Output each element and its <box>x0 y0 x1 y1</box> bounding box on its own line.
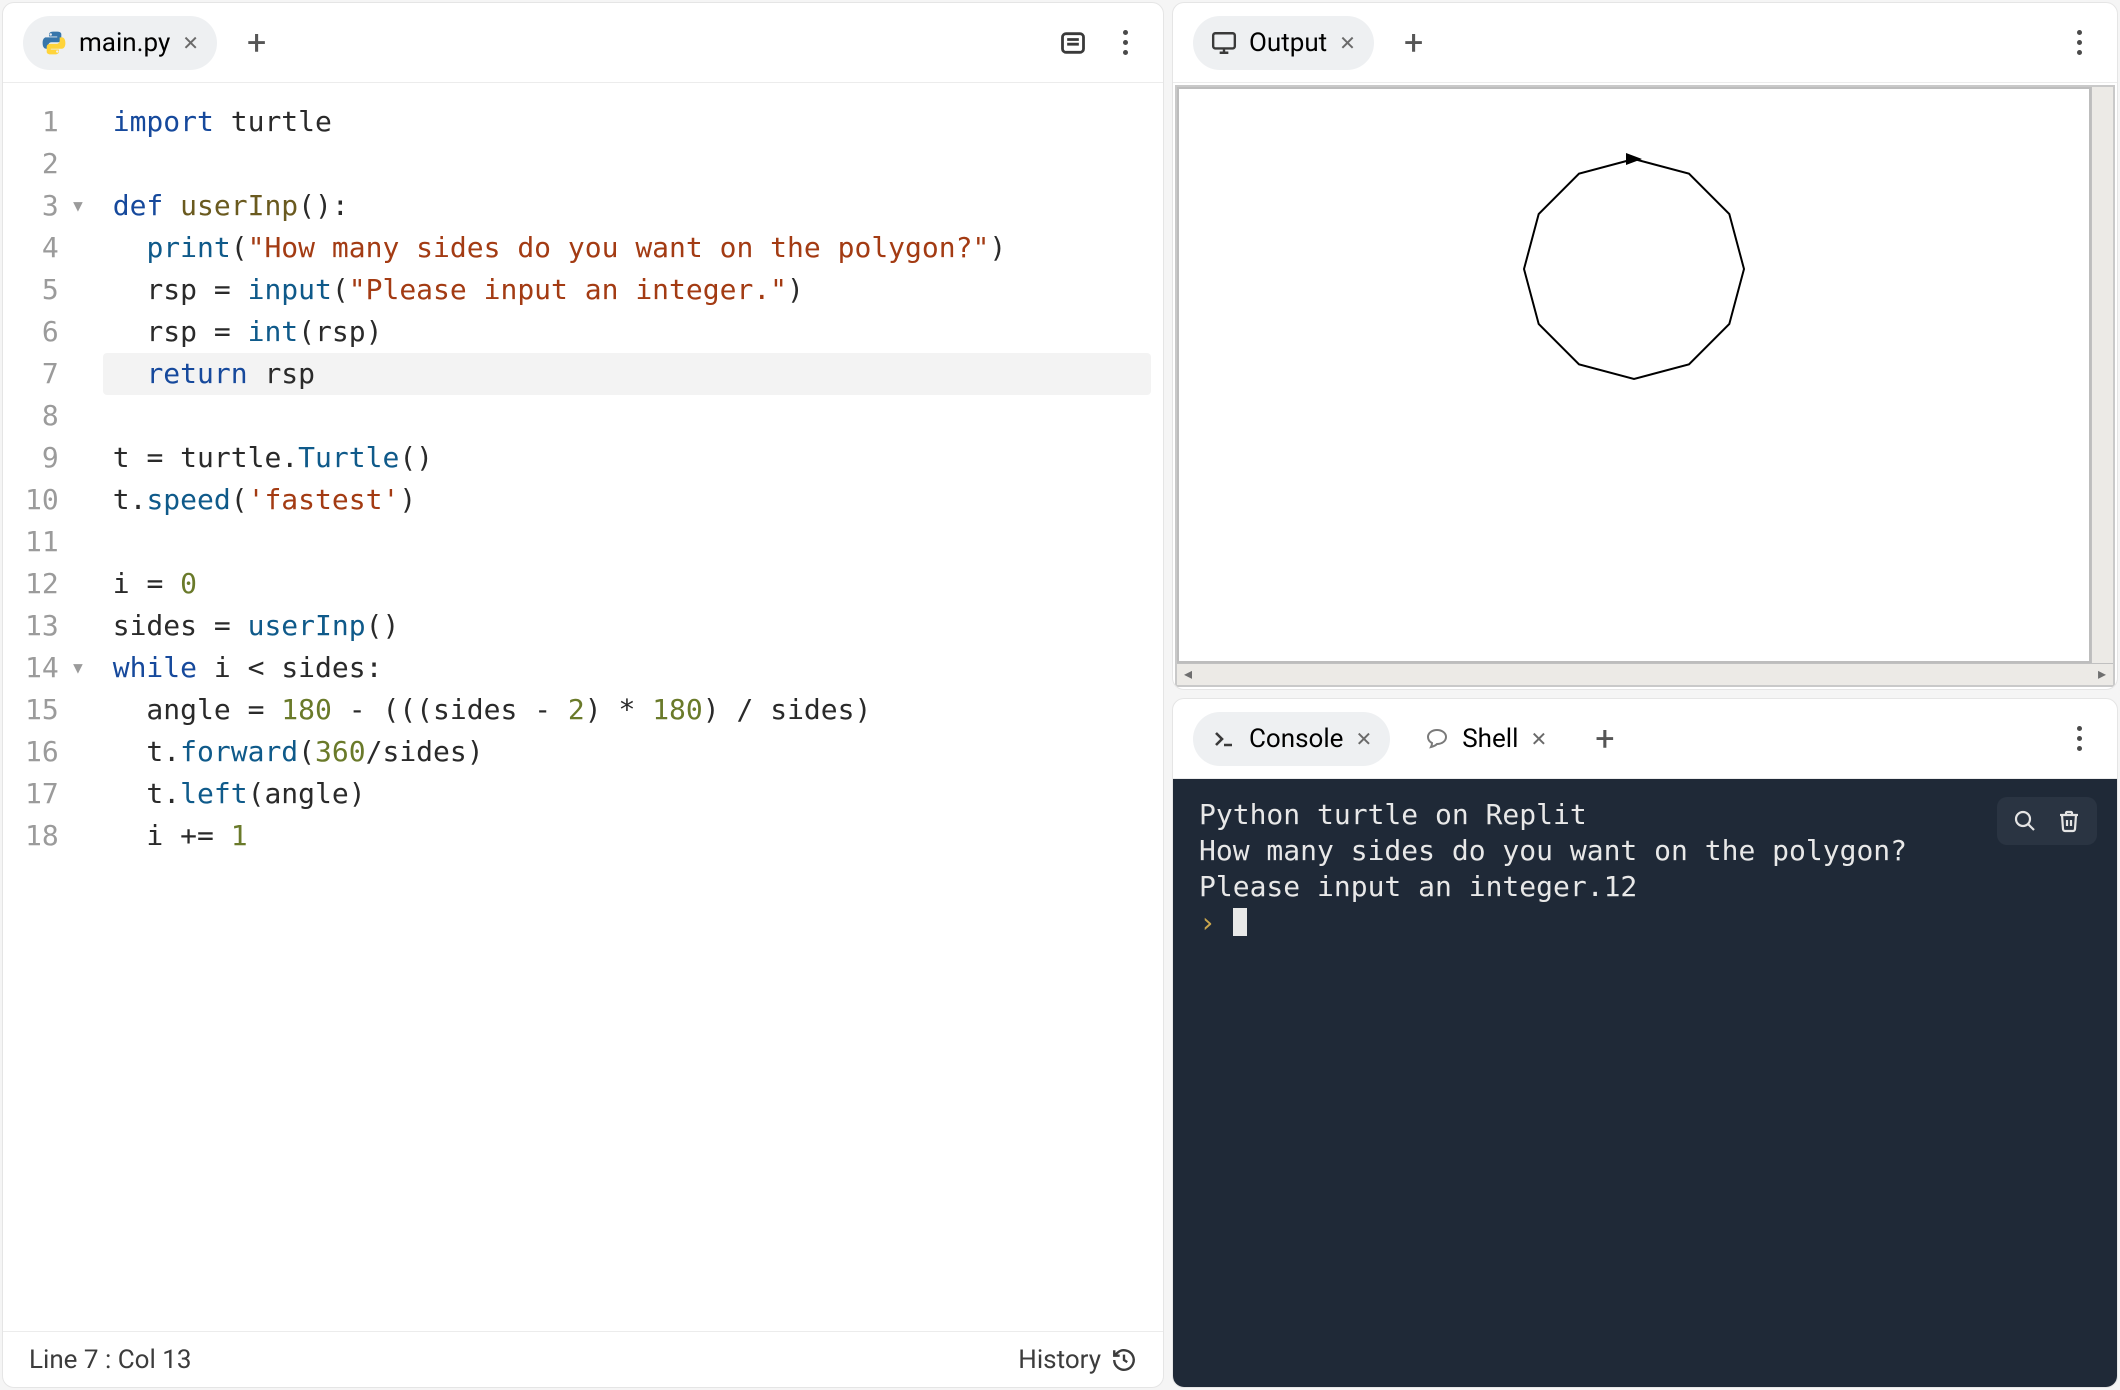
code-content[interactable]: import turtledef userInp(): print("How m… <box>91 83 1163 1331</box>
cursor-caret <box>1233 908 1247 936</box>
code-editor[interactable]: 123▼4567891011121314▼15161718 import tur… <box>3 83 1163 1331</box>
file-tab-label: main.py <box>79 28 170 58</box>
panel-icon[interactable] <box>1055 25 1091 61</box>
turtle-canvas[interactable] <box>1177 87 2091 663</box>
close-icon[interactable]: ✕ <box>1339 31 1356 55</box>
more-icon[interactable] <box>1107 25 1143 61</box>
console-tab-label: Console <box>1249 724 1343 754</box>
console-line: Please input an integer.12 <box>1199 869 2091 905</box>
console-line: How many sides do you want on the polygo… <box>1199 833 2091 869</box>
output-tab-label: Output <box>1249 28 1327 58</box>
trash-icon[interactable] <box>2055 807 2083 835</box>
console-tab[interactable]: Console ✕ <box>1193 712 1390 766</box>
output-tabbar: Output ✕ + <box>1173 3 2117 83</box>
add-tab-button[interactable]: + <box>233 17 280 69</box>
close-icon[interactable]: ✕ <box>1355 727 1372 751</box>
add-tab-button[interactable]: + <box>1581 713 1628 765</box>
console-line: Python turtle on Replit <box>1199 797 2091 833</box>
add-tab-button[interactable]: + <box>1390 17 1437 69</box>
editor-statusbar: Line 7 : Col 13 History <box>3 1331 1163 1387</box>
console-output[interactable]: Python turtle on ReplitHow many sides do… <box>1173 779 2117 1387</box>
polygon-drawing <box>1504 139 1764 399</box>
editor-pane: main.py ✕ + 123▼4567891011121314▼1516171… <box>2 2 1164 1388</box>
monitor-icon <box>1211 30 1237 56</box>
python-icon <box>41 30 67 56</box>
prompt-icon <box>1211 726 1237 752</box>
scrollbar-vertical[interactable] <box>2091 87 2113 663</box>
console-tabbar: Console ✕ Shell ✕ + <box>1173 699 2117 779</box>
scrollbar-horizontal[interactable]: ◂▸ <box>1177 663 2113 685</box>
more-icon[interactable] <box>2061 25 2097 61</box>
output-pane: Output ✕ + ◂▸ <box>1172 2 2118 690</box>
shell-tab-label: Shell <box>1462 724 1518 754</box>
editor-tabbar: main.py ✕ + <box>3 3 1163 83</box>
output-tab[interactable]: Output ✕ <box>1193 16 1374 70</box>
history-button[interactable]: History <box>1018 1345 1137 1375</box>
console-prompt-line[interactable]: › <box>1199 905 2091 941</box>
shell-tab[interactable]: Shell ✕ <box>1406 712 1565 766</box>
cursor-position: Line 7 : Col 13 <box>29 1345 191 1375</box>
file-tab-main[interactable]: main.py ✕ <box>23 16 217 70</box>
console-tools <box>1997 797 2097 845</box>
output-body: ◂▸ <box>1175 85 2115 687</box>
more-icon[interactable] <box>2061 721 2097 757</box>
search-icon[interactable] <box>2011 807 2039 835</box>
console-pane: Console ✕ Shell ✕ + <box>1172 698 2118 1388</box>
shell-icon <box>1424 726 1450 752</box>
close-icon[interactable]: ✕ <box>182 31 199 55</box>
line-gutter: 123▼4567891011121314▼15161718 <box>3 83 91 1331</box>
close-icon[interactable]: ✕ <box>1530 727 1547 751</box>
